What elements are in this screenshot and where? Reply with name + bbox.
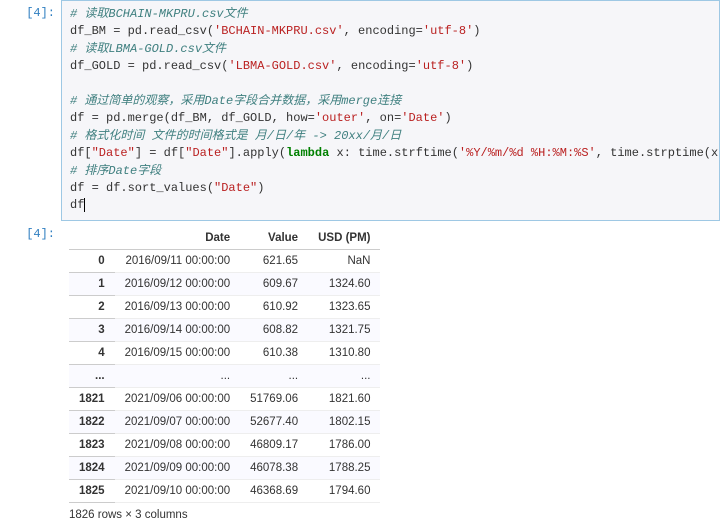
dataframe-shape: 1826 rows × 3 columns	[69, 509, 712, 521]
row-index: 1822	[69, 410, 115, 433]
table-row: 18212021/09/06 00:00:0051769.061821.60	[69, 387, 380, 410]
col-index	[69, 227, 115, 250]
cell-value: 621.65	[240, 249, 308, 272]
text-cursor	[84, 198, 85, 212]
cell-value: 46078.38	[240, 456, 308, 479]
row-index: 1	[69, 272, 115, 295]
cell-date: 2016/09/12 00:00:00	[115, 272, 241, 295]
cell-value: 51769.06	[240, 387, 308, 410]
cell-value: 46368.69	[240, 479, 308, 502]
row-index: 3	[69, 318, 115, 341]
cell-date: 2021/09/10 00:00:00	[115, 479, 241, 502]
cell-date: 2021/09/09 00:00:00	[115, 456, 241, 479]
cell-value: 608.82	[240, 318, 308, 341]
row-index: 1823	[69, 433, 115, 456]
cell-date: 2016/09/11 00:00:00	[115, 249, 241, 272]
cell-date: 2016/09/13 00:00:00	[115, 295, 241, 318]
cell-usd: 1310.80	[308, 341, 380, 364]
output-area: Date Value USD (PM) 02016/09/11 00:00:00…	[61, 221, 720, 525]
code-editor[interactable]: # 读取BCHAIN-MKPRU.csv文件 df_BM = pd.read_c…	[61, 0, 720, 221]
row-index: 2	[69, 295, 115, 318]
col-value: Value	[240, 227, 308, 250]
cell-usd: 1786.00	[308, 433, 380, 456]
cell-date: 2016/09/15 00:00:00	[115, 341, 241, 364]
table-row: 22016/09/13 00:00:00610.921323.65	[69, 295, 380, 318]
table-row: 02016/09/11 00:00:00621.65NaN	[69, 249, 380, 272]
col-usd: USD (PM)	[308, 227, 380, 250]
ellipsis-row: ............	[69, 364, 380, 387]
cell-usd: 1794.60	[308, 479, 380, 502]
table-header-row: Date Value USD (PM)	[69, 227, 380, 250]
table-row: 18242021/09/09 00:00:0046078.381788.25	[69, 456, 380, 479]
cell-usd: NaN	[308, 249, 380, 272]
col-date: Date	[115, 227, 241, 250]
output-cell: [4]: Date Value USD (PM) 02016/09/11 00:…	[0, 221, 720, 525]
row-index: 1824	[69, 456, 115, 479]
input-cell: [4]: # 读取BCHAIN-MKPRU.csv文件 df_BM = pd.r…	[0, 0, 720, 221]
input-prompt: [4]:	[0, 0, 61, 20]
table-row: 42016/09/15 00:00:00610.381310.80	[69, 341, 380, 364]
cell-value: 610.92	[240, 295, 308, 318]
table-row: 18232021/09/08 00:00:0046809.171786.00	[69, 433, 380, 456]
cell-value: 609.67	[240, 272, 308, 295]
cell-date: 2021/09/08 00:00:00	[115, 433, 241, 456]
output-prompt: [4]:	[0, 221, 61, 241]
row-index: 0	[69, 249, 115, 272]
cell-date: 2016/09/14 00:00:00	[115, 318, 241, 341]
cell-value: 52677.40	[240, 410, 308, 433]
cell-date: 2021/09/07 00:00:00	[115, 410, 241, 433]
cell-usd: 1323.65	[308, 295, 380, 318]
cell-usd: 1821.60	[308, 387, 380, 410]
cell-usd: 1802.15	[308, 410, 380, 433]
table-row: 18222021/09/07 00:00:0052677.401802.15	[69, 410, 380, 433]
cell-value: 46809.17	[240, 433, 308, 456]
row-index: 1825	[69, 479, 115, 502]
cell-usd: 1324.60	[308, 272, 380, 295]
cell-value: 610.38	[240, 341, 308, 364]
dataframe-table: Date Value USD (PM) 02016/09/11 00:00:00…	[69, 227, 380, 503]
row-index: 1821	[69, 387, 115, 410]
table-row: 18252021/09/10 00:00:0046368.691794.60	[69, 479, 380, 502]
row-index: 4	[69, 341, 115, 364]
cell-date: 2021/09/06 00:00:00	[115, 387, 241, 410]
table-row: 32016/09/14 00:00:00608.821321.75	[69, 318, 380, 341]
cell-usd: 1788.25	[308, 456, 380, 479]
cell-usd: 1321.75	[308, 318, 380, 341]
table-row: 12016/09/12 00:00:00609.671324.60	[69, 272, 380, 295]
